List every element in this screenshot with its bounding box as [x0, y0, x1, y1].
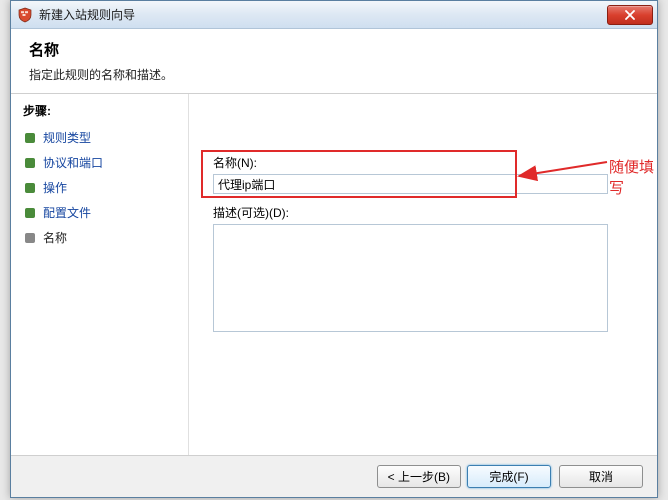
finish-button[interactable]: 完成(F) [467, 465, 551, 488]
steps-sidebar: 步骤: 规则类型 协议和端口 操作 配置文件 名称 [11, 94, 189, 455]
back-next-group: < 上一步(B) 完成(F) [377, 465, 551, 488]
description-field-row: 描述(可选)(D): [213, 204, 633, 335]
titlebar: 新建入站规则向导 [11, 1, 657, 29]
step-label[interactable]: 操作 [43, 179, 67, 196]
back-button[interactable]: < 上一步(B) [377, 465, 461, 488]
wizard-window: 新建入站规则向导 名称 指定此规则的名称和描述。 步骤: 规则类型 协议和端口 … [10, 0, 658, 498]
page-subtitle: 指定此规则的名称和描述。 [29, 66, 639, 83]
body: 步骤: 规则类型 协议和端口 操作 配置文件 名称 [11, 94, 657, 455]
step-rule-type[interactable]: 规则类型 [23, 125, 188, 150]
step-action[interactable]: 操作 [23, 175, 188, 200]
bullet-icon [25, 158, 35, 168]
description-textarea[interactable] [213, 224, 608, 332]
description-label: 描述(可选)(D): [213, 204, 633, 221]
steps-heading: 步骤: [23, 102, 188, 119]
bullet-icon [25, 133, 35, 143]
step-protocol-port[interactable]: 协议和端口 [23, 150, 188, 175]
name-label: 名称(N): [213, 154, 633, 171]
close-button[interactable] [607, 5, 653, 25]
main-panel: 名称(N): 描述(可选)(D): 随便填写 [189, 94, 657, 455]
step-profile[interactable]: 配置文件 [23, 200, 188, 225]
bullet-icon [25, 208, 35, 218]
name-input[interactable] [213, 174, 608, 194]
name-field-row: 名称(N): [213, 154, 633, 194]
bullet-icon [25, 183, 35, 193]
step-label[interactable]: 规则类型 [43, 129, 91, 146]
step-name: 名称 [23, 225, 188, 250]
page-title: 名称 [29, 39, 639, 60]
window-title: 新建入站规则向导 [39, 6, 607, 23]
cancel-button[interactable]: 取消 [559, 465, 643, 488]
step-label[interactable]: 协议和端口 [43, 154, 103, 171]
bullet-icon [25, 233, 35, 243]
header-pane: 名称 指定此规则的名称和描述。 [11, 29, 657, 94]
step-label[interactable]: 配置文件 [43, 204, 91, 221]
footer: < 上一步(B) 完成(F) 取消 [11, 455, 657, 497]
firewall-icon [17, 7, 33, 23]
step-label: 名称 [43, 229, 67, 246]
